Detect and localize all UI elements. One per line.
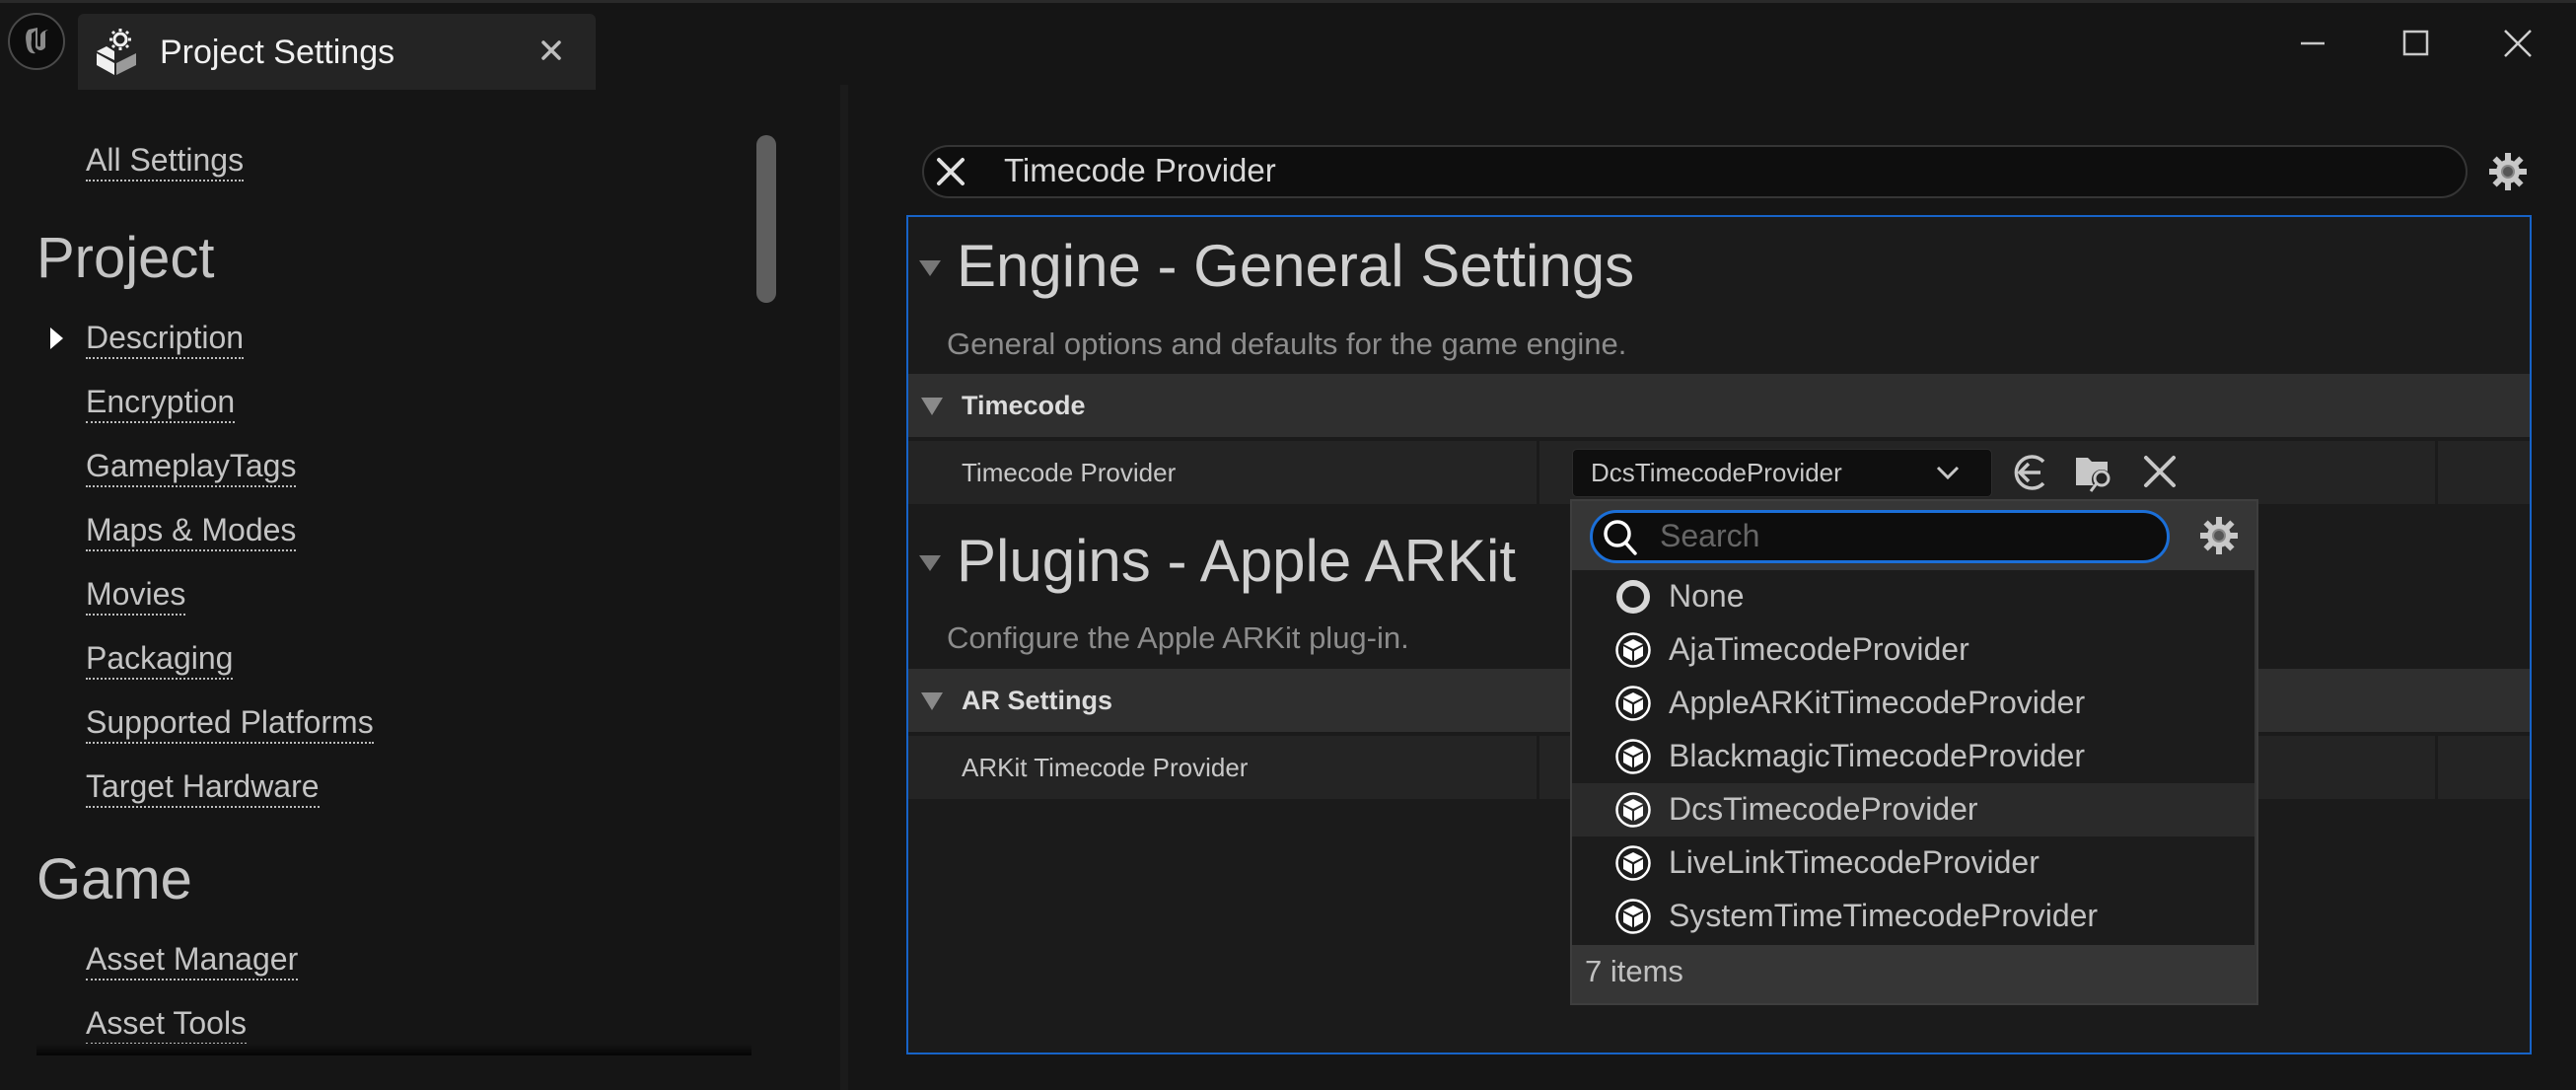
section-collapse-arrow-icon[interactable] [919,555,941,571]
panel-splitter[interactable] [840,85,848,1090]
sidebar-heading-project: Project [36,226,215,290]
section-collapse-arrow-icon[interactable] [919,260,941,276]
sidebar-item-maps-modes[interactable]: Maps & Modes [86,511,297,551]
sidebar-item-encryption[interactable]: Encryption [86,383,236,423]
sidebar-item-asset-tools[interactable]: Asset Tools [86,1004,248,1045]
class-icon [1614,898,1652,935]
class-option-label: AjaTimecodeProvider [1669,631,1969,667]
class-icon [1614,738,1652,775]
project-settings-icon [95,28,138,75]
sidebar-item-movies[interactable]: Movies [86,575,186,616]
minimize-button[interactable] [2291,24,2334,63]
column-divider[interactable] [1537,736,1539,799]
category-label: AR Settings [962,686,1113,715]
popup-search-placeholder: Search [1660,518,1760,553]
category-collapse-arrow-icon[interactable] [921,398,943,415]
class-icon [1614,685,1652,722]
sidebar-item-description[interactable]: Description [86,319,245,359]
unreal-logo-icon[interactable] [8,13,65,70]
item-count: 7 items [1585,954,1683,988]
class-option-label: SystemTimeTimecodeProvider [1669,898,2099,933]
gear-icon[interactable] [2199,516,2239,555]
search-clear-icon[interactable] [934,155,967,188]
class-icon [1614,844,1652,882]
tab-title: Project Settings [160,34,395,71]
column-divider[interactable] [2435,441,2438,504]
clear-value-icon[interactable] [2140,452,2180,493]
sidebar-item-asset-manager[interactable]: Asset Manager [86,940,299,981]
column-divider[interactable] [1537,441,1539,504]
expand-arrow-icon[interactable] [48,327,64,350]
sidebar-item-gameplaytags[interactable]: GameplayTags [86,447,297,487]
category-label: Timecode [962,391,1086,420]
category-row-timecode[interactable] [908,374,2530,437]
sidebar-scroll-shadow [36,1044,751,1055]
reset-to-default-icon[interactable] [2010,452,2049,493]
class-option-label: AppleARKitTimecodeProvider [1669,685,2086,720]
browse-to-asset-icon[interactable] [2074,452,2113,493]
sidebar-heading-game: Game [36,847,192,911]
class-icon [1614,791,1652,829]
section-description: Configure the Apple ARKit plug-in. [947,620,1409,655]
section-title-apple-arkit: Plugins - Apple ARKit [957,528,1516,594]
search-value[interactable]: Timecode Provider [1004,151,1276,190]
window-top-border [0,0,2576,3]
sidebar-item-packaging[interactable]: Packaging [86,639,234,680]
gear-icon[interactable] [2488,152,2528,191]
property-label: ARKit Timecode Provider [962,753,1249,782]
section-description: General options and defaults for the gam… [947,327,1627,361]
class-icon [1614,631,1652,669]
sidebar-item-supported-platforms[interactable]: Supported Platforms [86,703,374,744]
class-option-label: DcsTimecodeProvider [1669,791,1978,827]
class-option-label: BlackmagicTimecodeProvider [1669,738,2086,773]
search-icon [1602,518,1639,557]
tab-close-icon[interactable] [538,37,564,63]
window-close-button[interactable] [2496,24,2540,63]
sidebar-all-settings[interactable]: All Settings [86,141,245,182]
maximize-button[interactable] [2394,24,2437,63]
sidebar-scrollbar[interactable] [756,135,776,303]
class-option-label: LiveLinkTimecodeProvider [1669,844,2039,880]
property-label: Timecode Provider [962,458,1177,487]
sidebar-item-target-hardware[interactable]: Target Hardware [86,767,320,808]
category-collapse-arrow-icon[interactable] [921,692,943,710]
chevron-down-icon [1935,464,1961,481]
column-divider[interactable] [2435,736,2438,799]
class-option-label: None [1669,578,1745,614]
section-title-engine-general: Engine - General Settings [957,233,1635,299]
combo-value: DcsTimecodeProvider [1591,458,1842,487]
none-circle-icon [1614,578,1652,616]
